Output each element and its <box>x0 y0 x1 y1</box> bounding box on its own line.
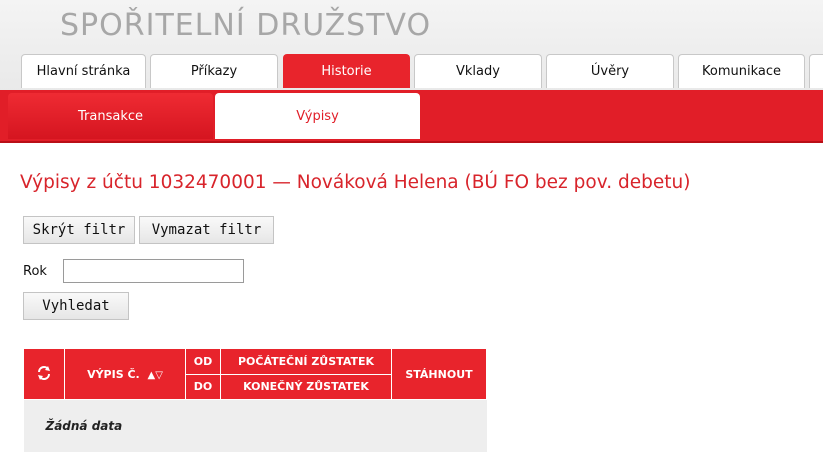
subtab-statements[interactable]: Výpisy <box>215 93 420 139</box>
col-start-balance-label: POČÁTEČNÍ ZŮSTATEK <box>221 349 391 375</box>
tab-history[interactable]: Historie <box>283 54 410 88</box>
refresh-icon[interactable] <box>36 365 52 381</box>
table-row: Žádná data <box>24 400 487 452</box>
col-statement-number[interactable]: VÝPIS Č. ▲▽ <box>65 349 186 400</box>
main-tabs: Hlavní stránka Příkazy Historie Vklady Ú… <box>0 54 823 90</box>
col-end-balance-label: KONEČNÝ ZŮSTATEK <box>221 375 391 400</box>
col-to-label: DO <box>186 375 220 400</box>
tab-more[interactable] <box>809 54 823 88</box>
subtab-transactions[interactable]: Transakce <box>8 93 213 139</box>
col-from-label: OD <box>186 349 220 375</box>
refresh-header[interactable] <box>24 349 65 400</box>
clear-filter-button[interactable]: Vymazat filtr <box>139 216 274 244</box>
tab-home[interactable]: Hlavní stránka <box>21 54 146 88</box>
tab-deposits[interactable]: Vklady <box>414 54 542 88</box>
sort-icon[interactable]: ▲▽ <box>148 370 163 381</box>
year-input[interactable] <box>63 259 244 283</box>
col-statement-number-label: VÝPIS Č. <box>87 368 140 381</box>
tab-orders[interactable]: Příkazy <box>150 54 278 88</box>
search-button[interactable]: Vyhledat <box>23 292 129 320</box>
col-download[interactable]: STÁHNOUT <box>392 349 487 400</box>
tab-loans[interactable]: Úvěry <box>546 54 674 88</box>
col-balance[interactable]: POČÁTEČNÍ ZŮSTATEK KONEČNÝ ZŮSTATEK <box>221 349 392 400</box>
logo: SPOŘITELNÍ DRUŽSTVO <box>60 8 431 43</box>
empty-message: Žádná data <box>24 400 487 452</box>
statements-table: VÝPIS Č. ▲▽ OD DO POČÁTEČNÍ ZŮSTATEK KON… <box>23 348 487 452</box>
col-download-label: STÁHNOUT <box>405 368 472 381</box>
page-title: Výpisy z účtu 1032470001 — Nováková Hele… <box>20 172 690 193</box>
tab-communication[interactable]: Komunikace <box>678 54 805 88</box>
col-period[interactable]: OD DO <box>186 349 221 400</box>
hide-filter-button[interactable]: Skrýt filtr <box>23 216 135 244</box>
year-label: Rok <box>23 264 47 279</box>
